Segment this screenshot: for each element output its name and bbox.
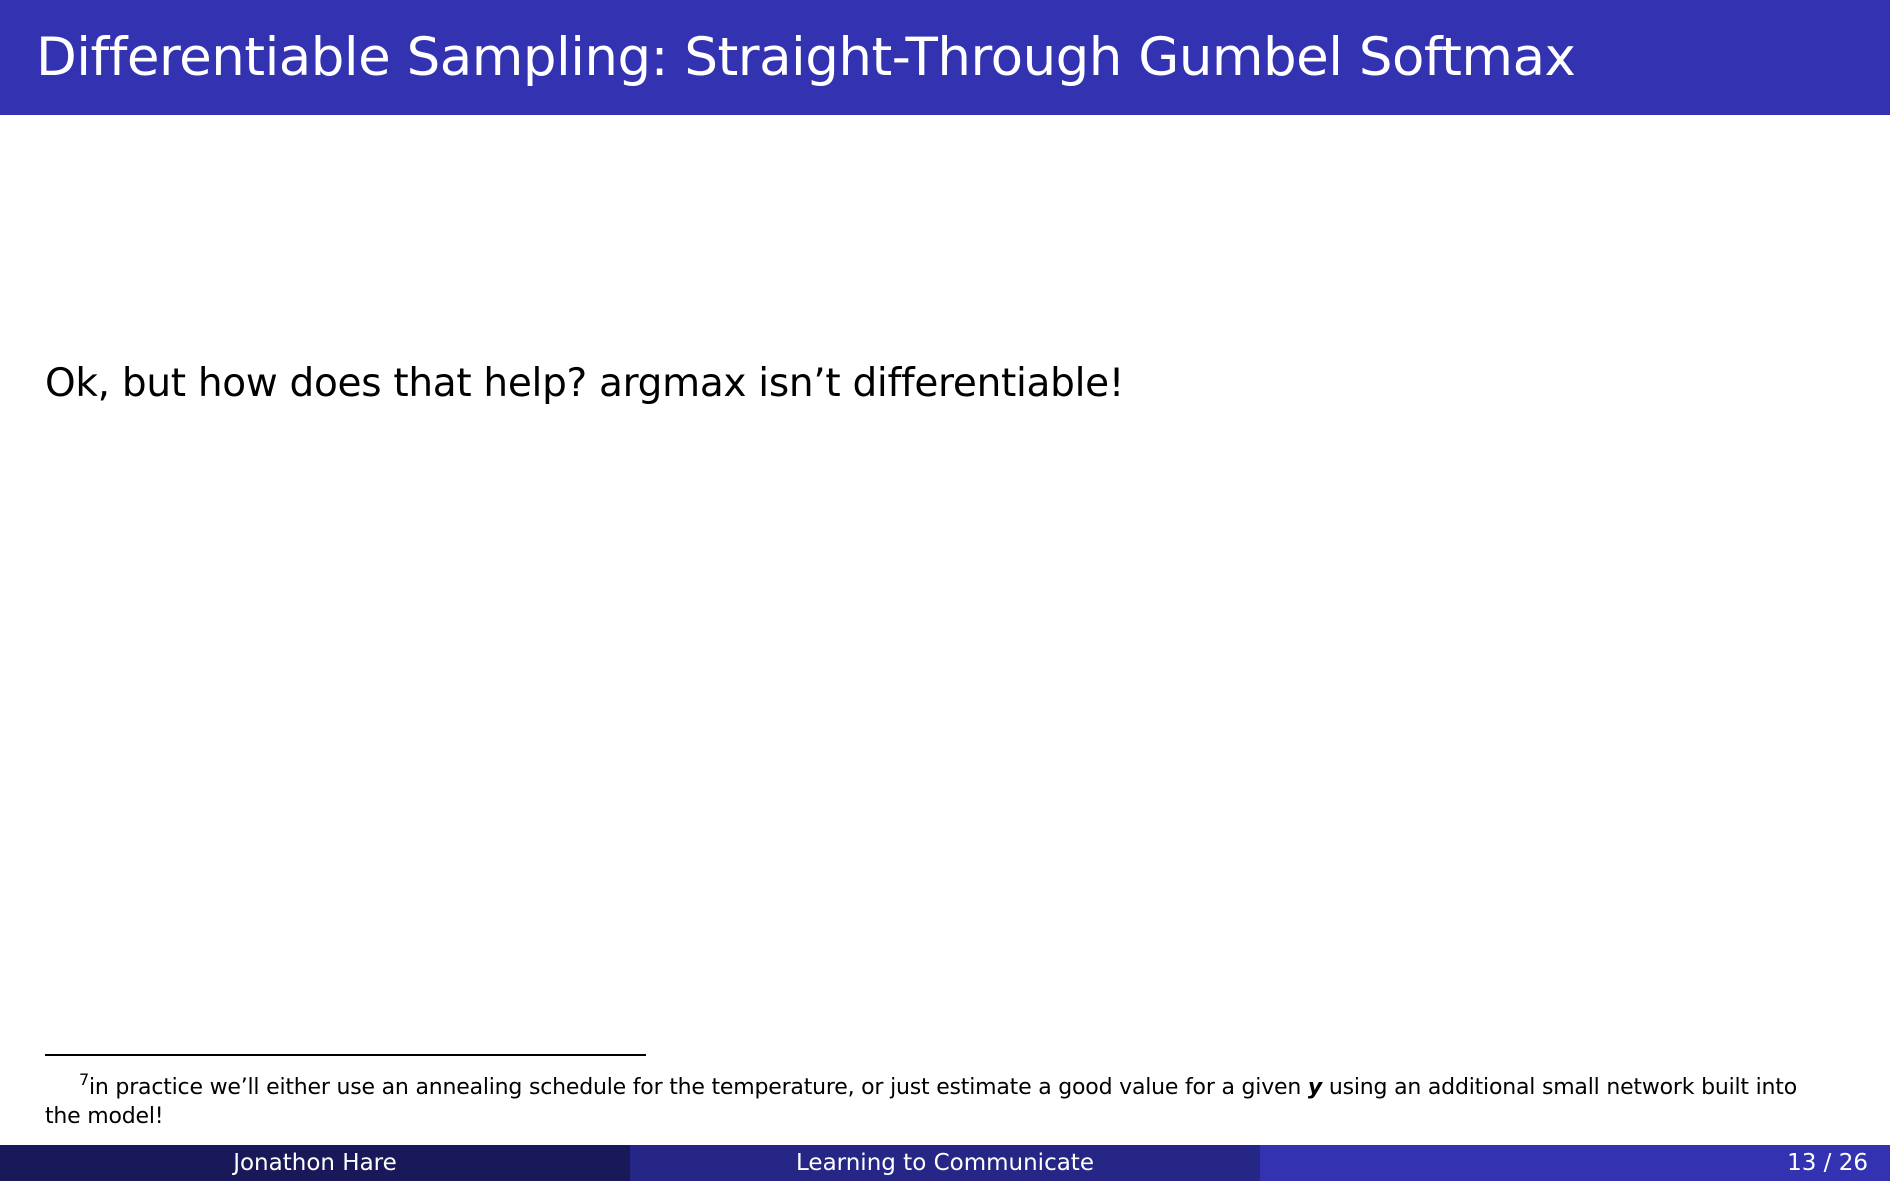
footer-author: Jonathon Hare (0, 1145, 630, 1181)
footnote-divider (45, 1054, 646, 1056)
slide-footer: Jonathon Hare Learning to Communicate 13… (0, 1145, 1890, 1181)
slide-title: Differentiable Sampling: Straight-Throug… (36, 27, 1576, 88)
footnote-symbol: y (1307, 1075, 1323, 1100)
footer-talk-title: Learning to Communicate (630, 1145, 1260, 1181)
footnote-marker: 7 (79, 1070, 89, 1089)
footnote-text-before: in practice we’ll either use an annealin… (88, 1075, 1308, 1100)
footnote: 7in practice we’ll either use an anneali… (45, 1070, 1835, 1131)
slide-body-text: Ok, but how does that help? argmax isn’t… (45, 361, 1125, 406)
slide-title-bar: Differentiable Sampling: Straight-Throug… (0, 0, 1890, 115)
footer-page-number: 13 / 26 (1260, 1145, 1890, 1181)
